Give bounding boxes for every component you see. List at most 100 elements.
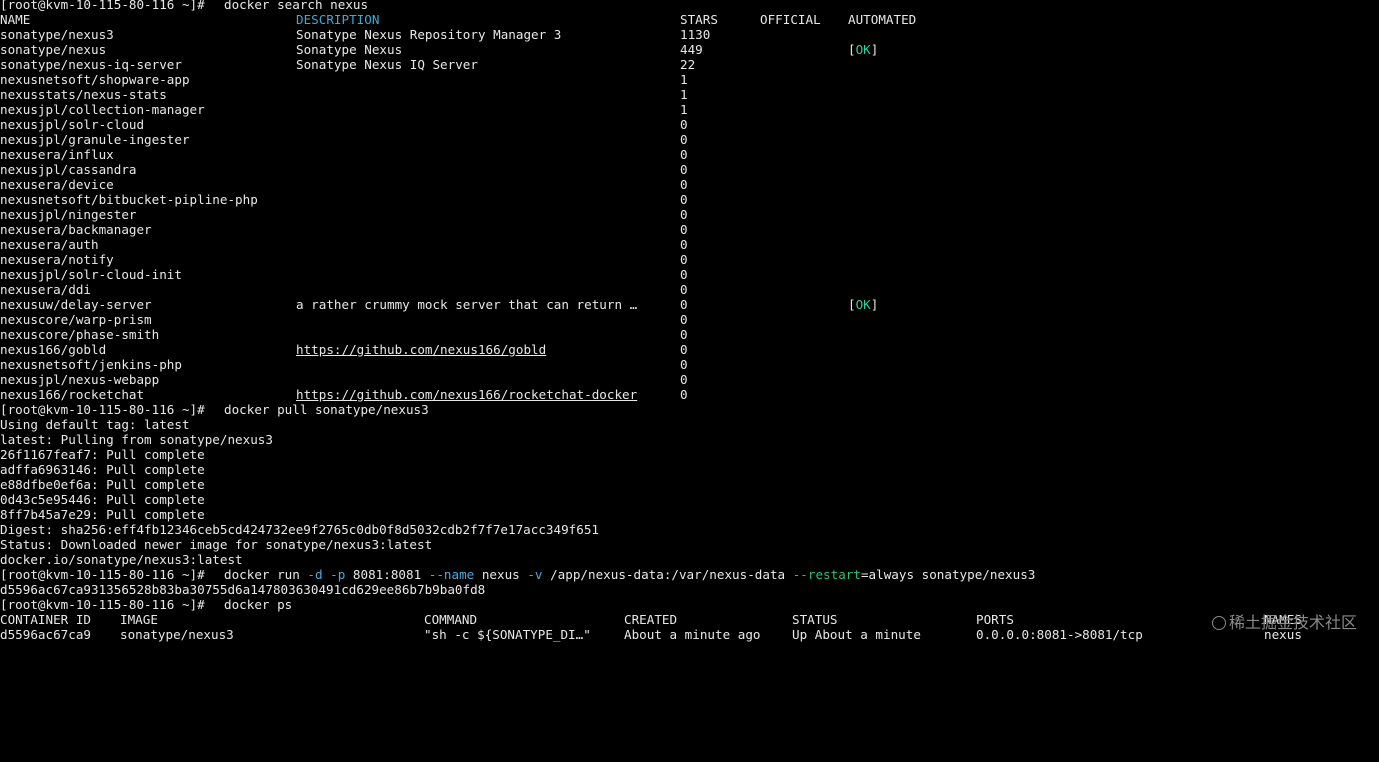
pull-output-text: Status: Downloaded newer image for sonat…: [0, 537, 433, 552]
ps-row: d5596ac67ca9 sonatype/nexus3 "sh -c ${SO…: [0, 627, 1379, 642]
search-result-row: nexus166/rocketchat https://github.com/ne…: [0, 387, 1379, 402]
result-stars: 0: [680, 327, 688, 342]
search-result-row: sonatype/nexus-iq-server Sonatype Nexus I…: [0, 57, 1379, 72]
shell-prompt: [root@kvm-10-115-80-116 ~]#: [0, 0, 213, 12]
name-value: nexus: [474, 567, 528, 582]
column-header-name: NAME: [0, 12, 31, 27]
result-description: Sonatype Nexus: [296, 42, 403, 57]
result-stars: 0: [680, 372, 688, 387]
result-description[interactable]: https://github.com/nexus166/rocketchat-d…: [296, 387, 637, 402]
result-name: nexusjpl/solr-cloud-init: [0, 267, 182, 282]
result-name: nexusjpl/nexus-webapp: [0, 372, 160, 387]
column-header-automated: AUTOMATED: [848, 12, 917, 27]
result-name: nexusera/auth: [0, 237, 99, 252]
search-result-row: sonatype/nexus3 Sonatype Nexus Repository…: [0, 27, 1379, 42]
restart-value: =always sonatype/nexus3: [860, 567, 1036, 582]
ps-command: "sh -c ${SONATYPE_DI…": [424, 627, 591, 642]
pull-output-line: 0d43c5e95446: Pull complete: [0, 492, 1379, 507]
search-result-row: nexusera/auth 0: [0, 237, 1379, 252]
ps-container-id: d5596ac67ca9: [0, 627, 91, 642]
search-result-row: nexusera/ddi 0: [0, 282, 1379, 297]
pull-output-text: Digest: sha256:eff4fb12346ceb5cd424732ee…: [0, 522, 599, 537]
search-result-row: nexusnetsoft/shopware-app 1: [0, 72, 1379, 87]
result-name: sonatype/nexus3: [0, 27, 114, 42]
pull-output-text: latest: Pulling from sonatype/nexus3: [0, 432, 273, 447]
result-stars: 0: [680, 297, 688, 312]
pull-output-line: e88dfbe0ef6a: Pull complete: [0, 477, 1379, 492]
result-description: Sonatype Nexus IQ Server: [296, 57, 478, 72]
pull-output-line: Using default tag: latest: [0, 417, 1379, 432]
search-result-row: nexus166/gobld https://github.com/nexus16…: [0, 342, 1379, 357]
pull-output-text: Using default tag: latest: [0, 417, 190, 432]
result-name: sonatype/nexus-iq-server: [0, 57, 182, 72]
result-stars: 0: [680, 117, 688, 132]
search-result-row: nexusuw/delay-server a rather crummy mock…: [0, 297, 1379, 312]
command-text: docker search nexus: [224, 0, 369, 12]
command-text: docker pull sonatype/nexus3: [224, 402, 429, 417]
search-result-row: nexusera/notify 0: [0, 252, 1379, 267]
container-id-output: d5596ac67ca931356528b83ba30755d6a1478036…: [0, 582, 1379, 597]
pull-output-line: docker.io/sonatype/nexus3:latest: [0, 552, 1379, 567]
result-description: Sonatype Nexus Repository Manager 3: [296, 27, 562, 42]
result-name: nexusstats/nexus-stats: [0, 87, 167, 102]
search-result-row: nexusstats/nexus-stats 1: [0, 87, 1379, 102]
result-name: nexusera/influx: [0, 147, 114, 162]
volume-value: /app/nexus-data:/var/nexus-data: [542, 567, 793, 582]
search-result-row: nexuscore/warp-prism 0: [0, 312, 1379, 327]
result-stars: 0: [680, 342, 688, 357]
column-header-official: OFFICIAL: [760, 12, 821, 27]
search-result-row: nexusnetsoft/jenkins-php 0: [0, 357, 1379, 372]
command-text: docker ps: [224, 597, 293, 612]
flag-restart: --restart: [792, 567, 861, 582]
result-stars: 0: [680, 282, 688, 297]
watermark-text: 稀土掘金技术社区: [1228, 613, 1357, 632]
search-result-row: nexusjpl/cassandra 0: [0, 162, 1379, 177]
ps-ports: 0.0.0.0:8081->8081/tcp: [976, 627, 1143, 642]
result-stars: 1: [680, 102, 688, 117]
result-name: nexusera/ddi: [0, 282, 91, 297]
juejin-logo-icon: [1211, 616, 1226, 630]
ps-image: sonatype/nexus3: [120, 627, 234, 642]
result-name: nexusnetsoft/shopware-app: [0, 72, 190, 87]
result-stars: 0: [680, 207, 688, 222]
result-name: nexusera/backmanager: [0, 222, 152, 237]
result-stars: 0: [680, 222, 688, 237]
result-name: nexusuw/delay-server: [0, 297, 152, 312]
shell-prompt: [root@kvm-10-115-80-116 ~]#: [0, 402, 213, 417]
watermark: 稀土掘金技术社区: [1211, 609, 1357, 633]
port-value: 8081:8081: [345, 567, 429, 582]
result-name: nexuscore/warp-prism: [0, 312, 152, 327]
result-name: nexusnetsoft/bitbucket-pipline-php: [0, 192, 258, 207]
pull-output-line: latest: Pulling from sonatype/nexus3: [0, 432, 1379, 447]
flag-detach: -d: [307, 567, 323, 582]
result-stars: 1130: [680, 27, 711, 42]
pull-output-line: Digest: sha256:eff4fb12346ceb5cd424732ee…: [0, 522, 1379, 537]
pull-output-line: adffa6963146: Pull complete: [0, 462, 1379, 477]
ps-header-command: COMMAND: [424, 612, 478, 627]
result-stars: 449: [680, 42, 703, 57]
result-stars: 0: [680, 192, 688, 207]
ps-status: Up About a minute: [792, 627, 921, 642]
result-automated: [OK]: [848, 42, 879, 57]
search-result-row: nexusjpl/nexus-webapp 0: [0, 372, 1379, 387]
result-description: a rather crummy mock server that can ret…: [296, 297, 638, 312]
command-text: docker run -d -p 8081:8081 --name nexus …: [224, 567, 1035, 582]
column-header-description: DESCRIPTION: [296, 12, 380, 27]
ps-header-created: CREATED: [624, 612, 678, 627]
pull-output-text: docker.io/sonatype/nexus3:latest: [0, 552, 243, 567]
flag-volume: -v: [527, 567, 543, 582]
result-name: nexusjpl/collection-manager: [0, 102, 205, 117]
result-automated: [OK]: [848, 297, 879, 312]
command-line: [root@kvm-10-115-80-116 ~]# docker searc…: [0, 0, 1379, 12]
result-name: nexuscore/phase-smith: [0, 327, 160, 342]
search-header-row: NAME DESCRIPTION STARS OFFICIAL AUTOMATE…: [0, 12, 1379, 27]
result-name: nexusjpl/ningester: [0, 207, 137, 222]
result-description[interactable]: https://github.com/nexus166/gobld: [296, 342, 546, 357]
ok-marker: OK: [855, 297, 871, 312]
search-result-row: sonatype/nexus Sonatype Nexus 449 [OK]: [0, 42, 1379, 57]
result-name: nexus166/rocketchat: [0, 387, 145, 402]
result-stars: 0: [680, 267, 688, 282]
result-stars: 0: [680, 387, 688, 402]
result-stars: 0: [680, 312, 688, 327]
ps-header-row: CONTAINER ID IMAGE COMMAND CREATED STATU…: [0, 612, 1379, 627]
